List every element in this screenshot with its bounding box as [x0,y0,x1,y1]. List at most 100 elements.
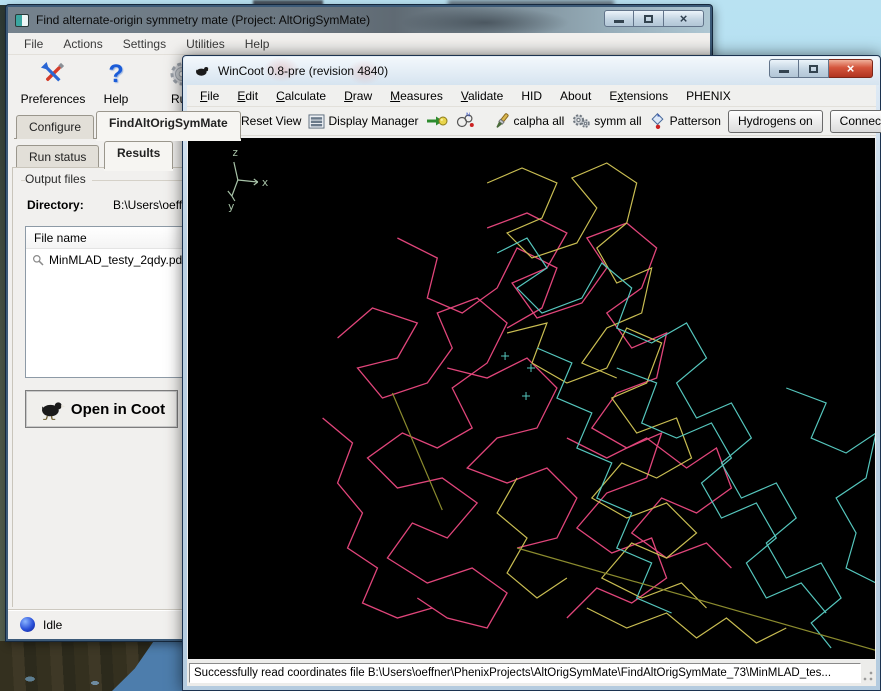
hydrogens-on-button[interactable]: Hydrogens on [728,110,823,133]
trace-pink-chain [567,438,732,568]
trace-yellow-chain [587,608,786,643]
menu-item-validate[interactable]: Validate [452,87,513,105]
menu-item-file[interactable]: File [14,35,53,53]
trace-yellow-chain [507,323,706,608]
trace-yellow-chain [487,163,652,378]
molecule-wireframe: zxy [188,138,875,659]
menu-item-hid[interactable]: HID [512,87,551,105]
minimize-icon [779,70,789,73]
wincoot-window-controls: × [769,59,873,78]
paintbrush-icon [493,112,511,130]
minimize-icon [614,20,624,23]
wincoot-toolbar: Reset View Display Manager [187,107,876,136]
restore-button[interactable] [799,59,829,78]
close-button[interactable]: × [829,59,873,78]
phenix-window-title: Find alternate-origin symmetry mate (Pro… [36,13,370,27]
menu-item-about[interactable]: About [551,87,600,105]
menu-item-file[interactable]: File [191,87,228,105]
tab-results[interactable]: Results [104,141,173,169]
axes-gizmo-line [232,180,238,196]
tab-run-status[interactable]: Run status [16,145,99,169]
desktop: Find alternate-origin symmetry mate (Pro… [0,0,881,691]
gears-icon [571,112,591,130]
help-icon: ? [108,58,123,90]
display-manager-button[interactable]: Display Manager [308,114,418,129]
trace-cyan-chain [786,388,875,583]
wincoot-statusbar: Successfully read coordinates file B:\Us… [187,660,876,686]
open-in-coot-button[interactable]: Open in Coot [25,390,178,428]
display-manager-icon [308,114,325,129]
directory-row: Directory: B:\Users\oeffner\PhenixProjec… [27,198,84,212]
trace-pink-chain [397,238,557,328]
go-arrow-icon [426,114,448,128]
reset-view-label: Reset View [241,114,301,128]
help-label: Help [104,92,129,106]
axis-label-x: x [262,176,269,189]
file-name: MinMLAD_testy_2qdy.pdb [49,253,189,267]
preferences-label: Preferences [21,92,86,106]
close-button[interactable]: × [664,10,704,27]
maximize-button[interactable] [634,10,664,27]
molecule-icon: N [455,112,475,130]
connected-to-phenix-button[interactable]: Connected to PHENIX [830,110,881,133]
menu-item-help[interactable]: Help [235,35,280,53]
wincoot-status-text: Successfully read coordinates file B:\Us… [189,663,861,683]
close-icon: × [680,12,688,25]
minimize-button[interactable] [604,10,634,27]
wincoot-menubar: FileEditCalculateDrawMeasuresValidateHID… [187,85,876,107]
menu-item-settings[interactable]: Settings [113,35,176,53]
calpha-all-button[interactable]: calpha all [493,112,565,130]
help-button[interactable]: ? Help [92,58,140,106]
tab-configure[interactable]: Configure [16,115,94,139]
status-ball-icon [20,617,35,632]
menu-item-extensions[interactable]: Extensions [600,87,677,105]
phenix-status-text: Idle [43,618,62,632]
tools-icon [38,58,68,90]
menu-item-measures[interactable]: Measures [381,87,452,105]
gl-canvas[interactable]: zxy [187,137,876,660]
coot-bird-icon [38,399,65,420]
magnifier-icon [32,254,44,266]
calpha-all-label: calpha all [514,114,565,128]
restore-icon [809,65,818,73]
go-button[interactable] [426,114,448,128]
directory-label: Directory: [27,198,84,212]
trace-cyan-chain [497,238,841,648]
patterson-icon [649,112,667,130]
patterson-label: Patterson [670,114,721,128]
refine-residues-button[interactable]: N [455,112,475,130]
axis-label-z: z [232,146,239,159]
tab-findaltorigsymmate[interactable]: FindAltOrigSymMate [96,111,241,139]
pointer-cross-icon [501,352,509,360]
menu-item-draw[interactable]: Draw [335,87,381,105]
axes-gizmo-line [228,191,232,196]
phenix-app-icon [15,14,29,27]
wincoot-window-title: WinCoot 0.8-pre (revision 4840) [218,64,388,78]
menu-item-calculate[interactable]: Calculate [267,87,335,105]
resize-grip[interactable] [863,671,873,681]
trace-cyan-chain [617,368,826,613]
menu-item-phenix[interactable]: PHENIX [677,87,740,105]
trace-pink-chain [447,358,577,548]
phenix-menubar: FileActionsSettingsUtilitiesHelp [8,33,710,55]
maximize-icon [644,15,653,23]
menu-item-utilities[interactable]: Utilities [176,35,235,53]
coot-bird-icon [193,65,211,78]
axes-gizmo-line [234,162,238,180]
minimize-button[interactable] [769,59,799,78]
symm-all-button[interactable]: symm all [571,112,641,130]
phenix-window-controls: × [604,10,704,27]
trace-cell-edge [392,393,442,510]
preferences-button[interactable]: Preferences [14,58,92,106]
file-name-column-header: File name [34,231,87,245]
pointer-cross-icon [522,392,530,400]
menu-item-actions[interactable]: Actions [53,35,112,53]
wincoot-window: WinCoot 0.8-pre (revision 4840) × FileEd… [182,55,881,691]
open-in-coot-label: Open in Coot [71,401,165,418]
axes-gizmo-line [254,182,258,185]
patterson-button[interactable]: Patterson [649,112,721,130]
svg-text:N: N [466,112,470,118]
menu-item-edit[interactable]: Edit [228,87,267,105]
display-manager-label: Display Manager [328,114,418,128]
symm-all-label: symm all [594,114,641,128]
